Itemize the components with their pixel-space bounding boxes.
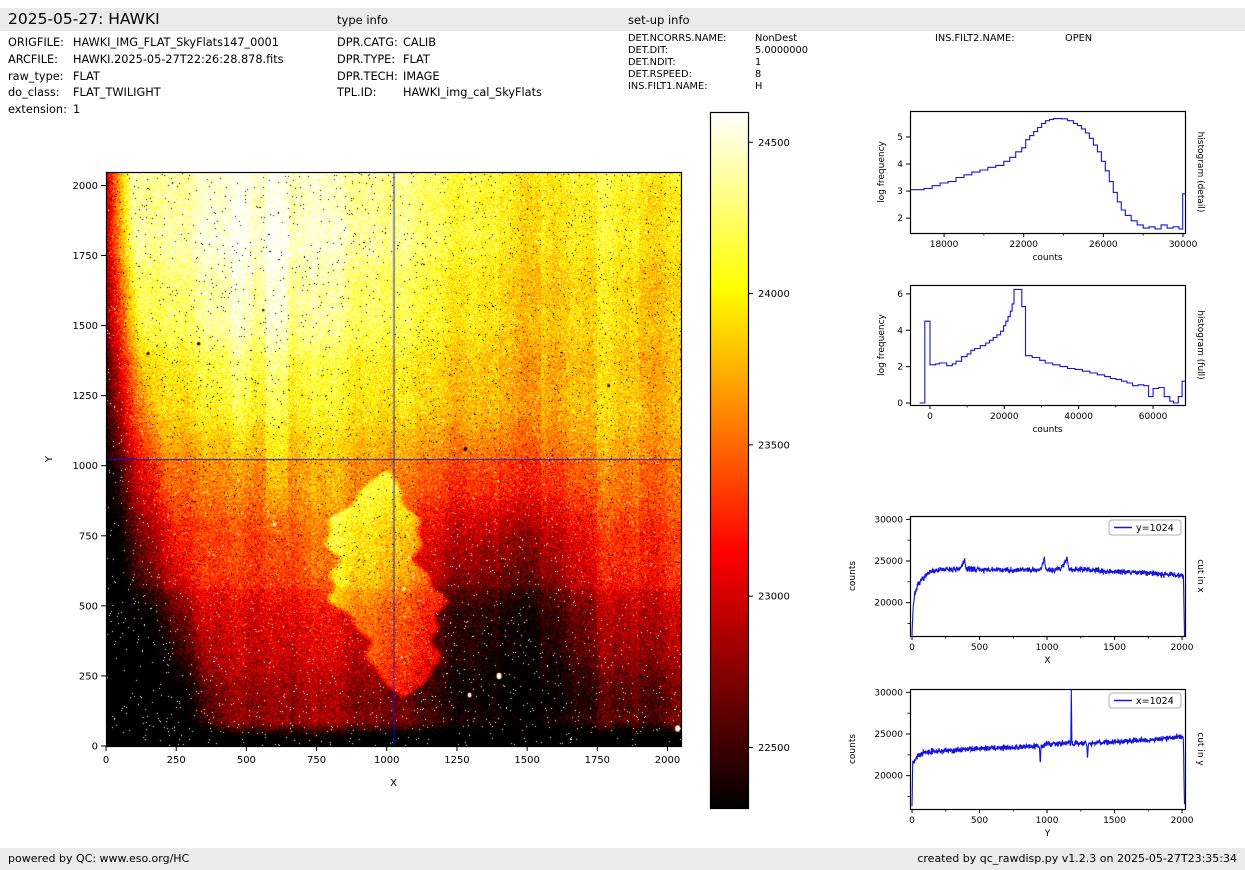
y-tick-label: 1000 [73,461,98,472]
y-tick-label: 2000 [73,181,98,192]
footer-bar: powered by QC: www.eso.org/HC created by… [0,848,1245,870]
histogram_full-plot: 0 20000 40000 60000 0 2 4 6 counts log frequency h… [877,284,1205,435]
y-tick-label: 5 [897,133,903,143]
y-tick-label: 2 [897,214,903,224]
y-tick-label: 25000 [874,730,903,740]
x-tick-label: 500 [971,643,988,653]
x-tick-label: 0 [909,816,915,826]
y-tick-label: 25000 [874,557,903,567]
x-tick-label: 1500 [1103,643,1126,653]
x-tick-label: 2000 [1171,643,1194,653]
right-axis-label: cut in x [1195,559,1205,593]
right-axis-label: histogram (full) [1195,310,1205,379]
y-tick-label: 1250 [73,391,98,402]
y-axis-label: log frequency [877,140,887,202]
y-axis-label: counts [848,734,858,764]
y-tick-label: 0 [897,399,903,409]
x-tick-label: 18000 [930,240,959,250]
x-tick-label: 26000 [1089,240,1118,250]
colorbar-tick-label: 22500 [758,743,790,754]
x-axis-label: counts [1032,425,1062,435]
y-tick-label: 250 [79,671,98,682]
right-axis-label: histogram (detail) [1195,132,1205,213]
x-tick-label: 1500 [1103,816,1126,826]
y-tick-label: 1750 [73,251,98,262]
y-tick-label: 500 [79,601,98,612]
x-tick-label: 22000 [1009,240,1038,250]
y-tick-label: 20000 [874,599,903,609]
y-tick-label: 4 [897,326,903,336]
colorbar-tick-label: 23500 [758,440,790,451]
y-tick-label: 30000 [874,515,903,525]
x-tick-label: 20000 [990,412,1019,422]
x-tick-label: 2000 [655,755,680,766]
histogram_detail-line [910,118,1185,230]
x-tick-label: 0 [909,643,915,653]
x-tick-label: 1000 [1036,643,1059,653]
y-axis-label: counts [848,561,858,591]
cut_in_x-plot: 0 500 1000 1500 2000 20000 25000 30000 Xcounts cu… [848,515,1205,666]
y-tick-label: 30000 [874,688,903,698]
y-tick-label: 6 [897,290,903,300]
y-tick-label: 750 [79,531,98,542]
qc-report-page: 2025-05-27: HAWKI type info set-up info … [0,0,1245,870]
x-axis-label: Y [1044,829,1051,839]
x-tick-label: 40000 [1064,412,1093,422]
x-tick-label: 500 [971,816,988,826]
x-axis-label: counts [1032,253,1062,263]
x-tick-label: 0 [927,412,933,422]
colorbar-tick-label: 23000 [758,592,790,603]
plots-overlay: 18000 22000 26000 300002345countslog freque… [44,110,1205,839]
y-axis-label: Y [44,455,55,463]
x-tick-label: 1750 [585,755,610,766]
x-tick-label: 30000 [1169,240,1198,250]
footer-left: powered by QC: www.eso.org/HC [8,852,190,865]
x-tick-label: 1250 [444,755,469,766]
cut_in_x-line [911,556,1186,637]
x-axis-label: X [1044,656,1050,666]
x-tick-label: 750 [307,755,326,766]
y-tick-label: 0 [92,742,98,753]
main-image-axes: 0 250 500 750 1000 1250 1500 1750 2000 0 250 500 750… [44,111,790,810]
x-axis-label: X [390,778,397,789]
y-tick-label: 3 [897,187,903,197]
y-tick-label: 4 [897,160,903,170]
legend-label: x=1024 [1136,696,1174,707]
colorbar-tick-label: 24500 [758,138,790,149]
y-tick-label: 20000 [874,772,903,782]
x-tick-label: 1000 [374,755,399,766]
x-tick-label: 1500 [514,755,539,766]
y-tick-label: 2 [897,363,903,373]
x-tick-label: 0 [103,755,109,766]
cut_in_y-plot: 0 500 1000 1500 2000 20000 25000 30000 Ycounts cu… [848,688,1205,839]
x-tick-label: 250 [167,755,186,766]
y-axis-label: log frequency [877,313,887,375]
right-axis-label: cut in y [1195,732,1205,766]
footer-right: created by qc_rawdisp.py v1.2.3 on 2025-… [917,852,1237,865]
histogram_detail-plot: 18000 22000 26000 30000 2 3 4 5 counts log freque… [877,110,1205,263]
x-tick-label: 60000 [1139,412,1168,422]
histogram_full-line [919,288,1185,404]
legend-label: y=1024 [1136,523,1174,534]
x-tick-label: 2000 [1171,816,1194,826]
y-tick-label: 1500 [73,321,98,332]
colorbar-tick-label: 24000 [758,289,790,300]
x-tick-label: 1000 [1036,816,1059,826]
x-tick-label: 500 [237,755,256,766]
